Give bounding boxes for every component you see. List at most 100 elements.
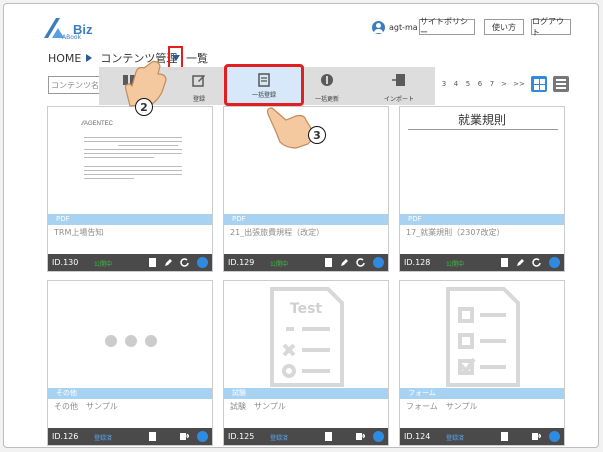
user-name: agt-ma (389, 22, 418, 32)
menu-item-label: 登録 (192, 96, 205, 103)
card-id: ID.130 (52, 258, 79, 267)
content-card[interactable]: フォーム フォーム サンプル ID.124 登録済 (399, 280, 565, 446)
card-footer: ID.125 登録済 (224, 428, 388, 445)
test-sheet-icon (270, 287, 344, 387)
test-label: Test (289, 301, 323, 317)
content-card[interactable]: 就業規則 PDF 17_就業規則（2307改定） ID.128 公開中 (399, 106, 565, 272)
card-status: 公開中 (94, 261, 113, 268)
card-footer: ID.130 公開中 (48, 254, 212, 271)
breadcrumb-home[interactable]: HOME (48, 52, 81, 65)
user-info[interactable]: agt-ma (372, 20, 418, 34)
page-next[interactable]: > (499, 80, 509, 88)
more-icon (105, 335, 157, 347)
card-title: 試験 サンプル (230, 402, 286, 411)
menu-item-import[interactable]: インポート (369, 67, 429, 105)
card-title: フォーム サンプル (406, 402, 478, 411)
expand-icon[interactable] (549, 257, 560, 268)
pointer-hand-icon (266, 107, 314, 149)
card-id: ID.126 (52, 432, 79, 441)
form-sheet-icon (446, 287, 520, 387)
card-thumbnail (400, 281, 564, 403)
list-view-button[interactable] (553, 76, 569, 92)
publish-icon[interactable] (532, 432, 541, 441)
content-card[interactable]: Test 試験 試験 サンプル ID.125 登録済 (223, 280, 389, 446)
logout-button[interactable]: ログアウト (531, 17, 571, 37)
abook-biz-logo[interactable]: ABook Biz (44, 16, 114, 41)
card-type: 試験 (224, 388, 388, 399)
step-3-callout: 3 (308, 126, 326, 144)
card-status: 登録済 (270, 435, 289, 442)
page-link[interactable]: 6 (475, 80, 485, 88)
app-window: ABook Biz agt-ma サイトポリシー 使い方 ログアウト HOME … (3, 3, 599, 448)
edit-icon[interactable] (340, 258, 349, 267)
card-thumbnail: Test (224, 281, 388, 403)
card-title: TRM上場告知 (54, 228, 104, 237)
breadcrumb-suffix: 一覧 (186, 52, 208, 65)
refresh-icon[interactable] (532, 258, 541, 267)
expand-icon[interactable] (197, 257, 208, 268)
card-type: フォーム (400, 388, 564, 399)
refresh-icon[interactable] (356, 258, 365, 267)
card-status: 公開中 (446, 261, 465, 268)
card-thumbnail: 就業規則 (400, 107, 564, 229)
menu-item-label: 一括更新 (314, 96, 339, 103)
book-icon[interactable] (500, 432, 509, 441)
card-status: 登録済 (94, 435, 113, 442)
breadcrumb-separator-icon (86, 54, 93, 62)
publish-icon[interactable] (180, 432, 189, 441)
thumb-title: 就業規則 (457, 113, 506, 127)
expand-icon[interactable] (549, 431, 560, 442)
card-footer: ID.128 公開中 (400, 254, 564, 271)
content-card[interactable]: ⁄⁄AGENTEC PDF TRM上場告知 ID.130 公開中 (47, 106, 213, 272)
card-title: 21_出張旅費規程（改定） (230, 228, 325, 237)
book-icon[interactable] (148, 432, 157, 441)
header: ABook Biz agt-ma サイトポリシー 使い方 ログアウト (4, 4, 598, 46)
card-type: PDF (400, 214, 564, 225)
expand-icon[interactable] (373, 431, 384, 442)
bulk-register-icon (258, 73, 270, 87)
search-input[interactable]: コンテンツ名 (48, 76, 102, 94)
page-link[interactable]: 4 (451, 80, 461, 88)
edit-icon[interactable] (164, 258, 173, 267)
card-type: PDF (224, 214, 388, 225)
grid-view-button[interactable] (531, 76, 547, 92)
book-icon[interactable] (324, 432, 333, 441)
card-thumbnail (48, 281, 212, 403)
menu-item-bulk-update[interactable]: 一括更新 (297, 67, 357, 105)
edit-document-icon (192, 75, 205, 87)
book-icon[interactable] (500, 258, 509, 267)
page-last[interactable]: >> (511, 80, 527, 88)
card-footer: ID.124 登録済 (400, 428, 564, 445)
expand-icon[interactable] (373, 257, 384, 268)
expand-icon[interactable] (197, 431, 208, 442)
card-title: 17_就業規則（2307改定） (406, 228, 505, 237)
edit-icon[interactable] (516, 258, 525, 267)
card-id: ID.124 (404, 432, 431, 441)
user-icon (372, 20, 385, 34)
import-icon (392, 74, 405, 86)
book-icon[interactable] (324, 258, 333, 267)
page-link[interactable]: 5 (463, 80, 473, 88)
menu-item-register[interactable]: 登録 (169, 67, 229, 105)
menu-item-bulk-register[interactable]: 一括登録 (224, 64, 304, 106)
card-status: 公開中 (270, 261, 289, 268)
publish-icon[interactable] (356, 432, 365, 441)
refresh-icon[interactable] (180, 258, 189, 267)
card-id: ID.128 (404, 258, 431, 267)
page-link[interactable]: 3 (439, 80, 449, 88)
book-icon[interactable] (148, 258, 157, 267)
menu-item-label: 一括登録 (251, 92, 276, 99)
content-card[interactable]: その他 その他 サンプル ID.126 登録済 (47, 280, 213, 446)
logo-main: Biz (73, 22, 93, 37)
sync-icon (321, 74, 333, 86)
site-policy-button[interactable]: サイトポリシー (419, 17, 475, 37)
card-type: PDF (48, 214, 212, 225)
page-link[interactable]: 7 (487, 80, 497, 88)
how-to-use-button[interactable]: 使い方 (484, 19, 524, 35)
card-type: その他 (48, 388, 212, 399)
card-footer: ID.129 公開中 (224, 254, 388, 271)
card-id: ID.129 (228, 258, 255, 267)
card-status: 登録済 (446, 435, 465, 442)
card-title: その他 サンプル (54, 402, 118, 411)
card-footer: ID.126 登録済 (48, 428, 212, 445)
